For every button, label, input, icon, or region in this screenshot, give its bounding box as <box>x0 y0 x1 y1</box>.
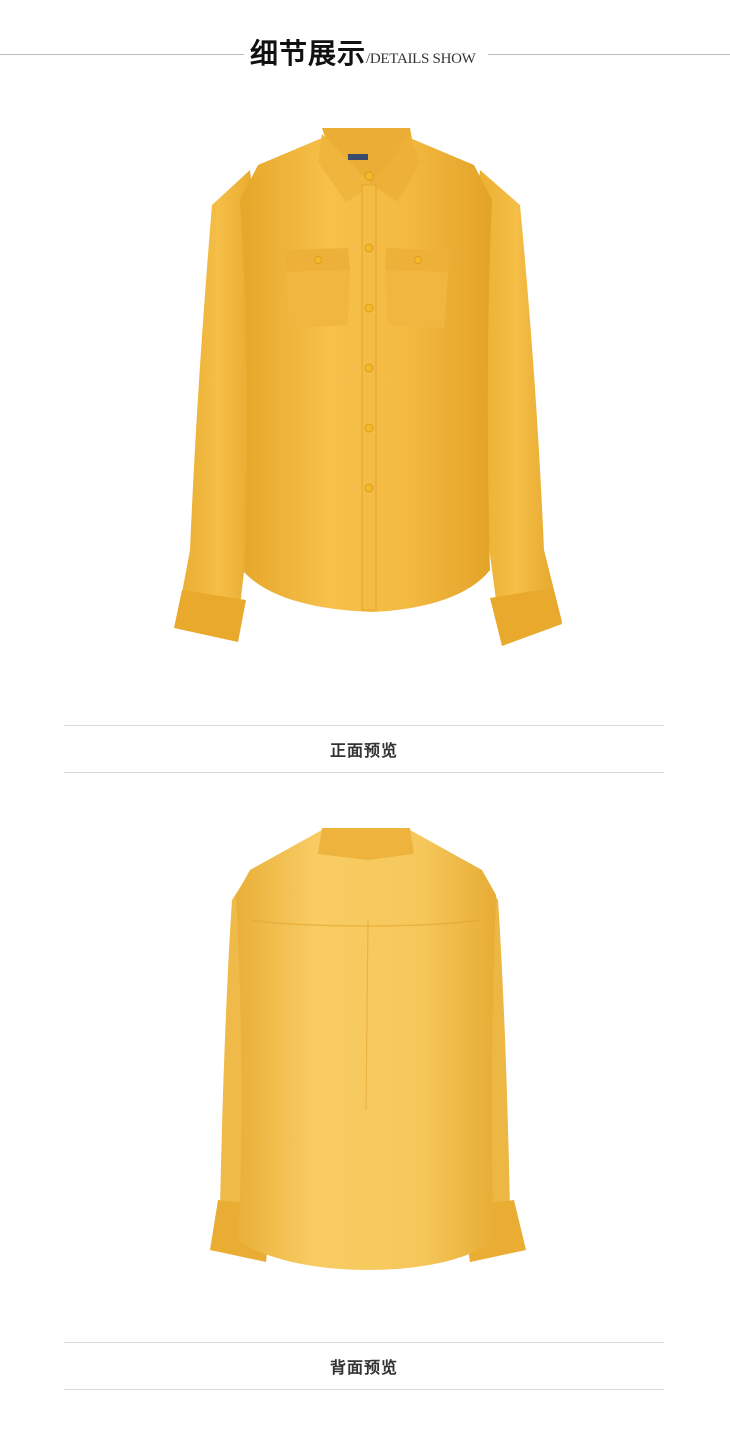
shirt-front-image <box>174 128 562 646</box>
header-rule-right <box>488 54 730 55</box>
header-rule-left <box>0 54 244 55</box>
caption-back: 背面预览 <box>329 1358 398 1377</box>
product-photo-front <box>0 110 730 670</box>
caption-front: 正面预览 <box>329 741 398 760</box>
caption-rule-bottom <box>64 1389 664 1390</box>
shirt-back-image <box>210 828 526 1270</box>
caption-rule-bottom <box>64 772 664 773</box>
header-title-zh: 细节展示 <box>250 37 367 70</box>
section-header: 细节展示/DETAILS SHOW <box>0 28 730 78</box>
caption-band-back: 背面预览 <box>64 1342 664 1390</box>
caption-rule-top <box>64 725 664 726</box>
product-photo-back <box>0 810 730 1370</box>
header-title: 细节展示/DETAILS SHOW <box>250 32 476 72</box>
caption-band-front: 正面预览 <box>64 725 664 773</box>
caption-rule-top <box>64 1342 664 1343</box>
header-title-en: /DETAILS SHOW <box>366 51 476 67</box>
